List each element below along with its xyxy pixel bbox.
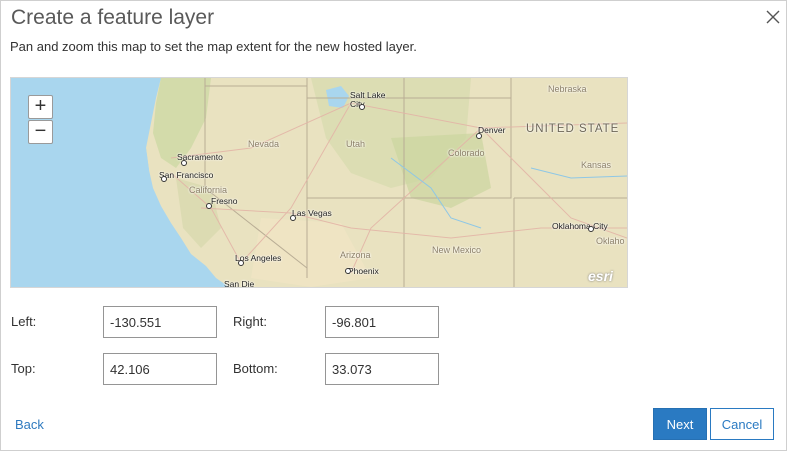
esri-logo: esri	[588, 268, 613, 284]
close-icon[interactable]	[764, 8, 782, 26]
left-input[interactable]	[103, 306, 217, 338]
map-label-oklahoma: Oklaho	[596, 236, 625, 246]
map-label-nevada: Nevada	[248, 139, 280, 149]
bottom-label: Bottom:	[233, 361, 278, 376]
city-marker	[476, 133, 482, 139]
create-feature-layer-dialog: Create a feature layer Pan and zoom this…	[0, 0, 787, 451]
city-marker	[161, 176, 167, 182]
right-label: Right:	[233, 314, 267, 329]
city-marker	[359, 104, 365, 110]
top-label: Top:	[11, 361, 36, 376]
map-label-united-states: UNITED STATE	[526, 123, 620, 135]
map-label-nebraska: Nebraska	[548, 84, 587, 94]
map-label-utah: Utah	[346, 139, 366, 149]
bottom-input[interactable]	[325, 353, 439, 385]
dialog-subtitle: Pan and zoom this map to set the map ext…	[10, 39, 417, 54]
cancel-button[interactable]: Cancel	[710, 408, 774, 440]
map-label-oklahoma-city: Oklahoma City	[552, 221, 608, 231]
back-link[interactable]: Back	[15, 417, 44, 432]
zoom-out-button[interactable]: −	[28, 120, 53, 144]
map-label-arizona: Arizona	[340, 250, 371, 260]
map-label-denver: Denver	[478, 125, 506, 135]
map-label-san-diego: San Die	[224, 279, 255, 288]
top-input[interactable]	[103, 353, 217, 385]
city-marker	[588, 226, 594, 232]
left-label: Left:	[11, 314, 37, 329]
dialog-title: Create a feature layer	[11, 6, 215, 29]
map-label-fresno: Fresno	[211, 196, 238, 206]
map-label-salt-lake-city: Salt Lake City	[350, 90, 386, 109]
map-label-kansas: Kansas	[581, 160, 612, 170]
map-tiles	[139, 78, 627, 287]
map-label-phoenix: Phoenix	[348, 266, 379, 276]
next-button[interactable]: Next	[653, 408, 707, 440]
city-marker	[181, 160, 187, 166]
city-marker	[238, 260, 244, 266]
map-label-california: California	[189, 185, 228, 195]
city-marker	[290, 215, 296, 221]
city-marker	[206, 203, 212, 209]
right-input[interactable]	[325, 306, 439, 338]
city-marker	[345, 268, 351, 274]
map-label-new-mexico: New Mexico	[432, 245, 482, 255]
map-label-las-vegas: Las Vegas	[292, 208, 332, 218]
zoom-in-button[interactable]: +	[28, 95, 53, 119]
map-label-san-francisco: San Francisco	[159, 170, 214, 180]
extent-map[interactable]: + − Nebraska Salt Lake City Denver UNITE…	[10, 77, 628, 288]
map-label-colorado: Colorado	[448, 148, 485, 158]
